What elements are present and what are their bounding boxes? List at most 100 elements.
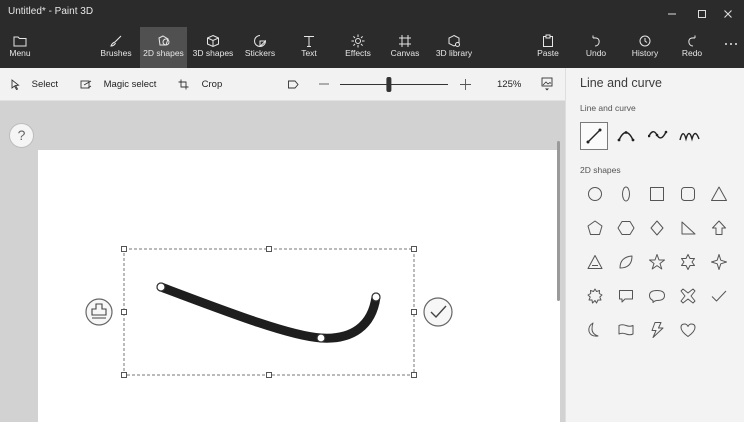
cube-icon bbox=[190, 27, 236, 48]
line-icon bbox=[586, 128, 602, 144]
star5-icon bbox=[649, 254, 665, 270]
curve-4pt-icon bbox=[647, 130, 668, 139]
effects-tab[interactable]: Effects bbox=[340, 27, 376, 68]
canvas-workspace: ? bbox=[0, 101, 565, 422]
undo-icon bbox=[580, 27, 612, 48]
cross-icon bbox=[680, 288, 696, 304]
select-cursor-icon bbox=[11, 79, 20, 91]
view-3d-button[interactable] bbox=[287, 68, 299, 101]
lightning-shape-button[interactable] bbox=[642, 315, 672, 345]
history-button[interactable]: History bbox=[626, 27, 664, 68]
star6-shape-button[interactable] bbox=[673, 247, 703, 277]
zoom-slider[interactable] bbox=[340, 68, 448, 101]
burst-shape-button[interactable] bbox=[580, 281, 610, 311]
3d-library-tab[interactable]: 3D library bbox=[433, 27, 475, 68]
shapes-section-label: 2D shapes bbox=[580, 165, 621, 175]
burst-icon bbox=[587, 288, 603, 304]
line-section-label: Line and curve bbox=[580, 103, 636, 113]
text-icon bbox=[294, 27, 324, 48]
hexagon-icon bbox=[617, 221, 635, 235]
2d-shapes-icon bbox=[140, 27, 187, 48]
title-bar: Untitled* - Paint 3D bbox=[0, 0, 744, 27]
vertical-scrollbar[interactable] bbox=[557, 141, 560, 301]
brushes-label: Brushes bbox=[100, 48, 132, 58]
curve-3pt-tool[interactable] bbox=[612, 122, 640, 150]
canvas-label: Canvas bbox=[390, 48, 420, 58]
crop-label: Crop bbox=[201, 79, 223, 90]
help-button[interactable]: ? bbox=[9, 123, 34, 148]
2d-shapes-label: 2D shapes bbox=[143, 48, 184, 58]
menu-button[interactable]: Menu bbox=[4, 27, 36, 68]
right-triangle-shape-button[interactable] bbox=[673, 213, 703, 243]
star5-shape-button[interactable] bbox=[642, 247, 672, 277]
drawing-canvas[interactable] bbox=[38, 150, 560, 422]
2d-shapes-tab[interactable]: 2D shapes bbox=[140, 27, 187, 68]
close-icon bbox=[724, 9, 732, 18]
star4-shape-button[interactable] bbox=[704, 247, 734, 277]
undo-button[interactable]: Undo bbox=[580, 27, 612, 68]
cross-shape-button[interactable] bbox=[673, 281, 703, 311]
circle-icon bbox=[588, 187, 602, 201]
curve-5pt-tool[interactable] bbox=[676, 122, 704, 150]
curve-3pt-icon bbox=[617, 131, 635, 142]
magic-select-label: Magic select bbox=[103, 79, 157, 90]
image-view-button[interactable] bbox=[541, 68, 553, 101]
brushes-tab[interactable]: Brushes bbox=[95, 27, 137, 68]
3d-shapes-label: 3D shapes bbox=[192, 48, 234, 58]
star6-icon bbox=[681, 254, 695, 270]
check-shape-button[interactable] bbox=[704, 281, 734, 311]
text-tab[interactable]: Text bbox=[294, 27, 324, 68]
square-icon bbox=[650, 187, 664, 201]
rounded-square-shape-button[interactable] bbox=[673, 179, 703, 209]
diamond-shape-button[interactable] bbox=[642, 213, 672, 243]
callout-oval-shape-button[interactable] bbox=[642, 281, 672, 311]
3d-library-icon bbox=[433, 27, 475, 48]
right-triangle-icon bbox=[681, 221, 696, 235]
line-tool[interactable] bbox=[580, 122, 608, 150]
canvas-tab[interactable]: Canvas bbox=[388, 27, 422, 68]
stickers-tab[interactable]: Stickers bbox=[240, 27, 280, 68]
sticker-icon bbox=[240, 27, 280, 48]
circle-shape-button[interactable] bbox=[580, 179, 610, 209]
heart-shape-button[interactable] bbox=[673, 315, 703, 345]
triangle-outline-shape-button[interactable] bbox=[580, 247, 610, 277]
banner-icon bbox=[618, 324, 634, 336]
zoom-in-button[interactable] bbox=[460, 68, 471, 101]
crop-button[interactable]: Crop bbox=[178, 68, 222, 101]
brush-icon bbox=[95, 27, 137, 48]
paste-button[interactable]: Paste bbox=[533, 27, 563, 68]
more-button[interactable] bbox=[722, 27, 740, 68]
triangle-shape-button[interactable] bbox=[704, 179, 734, 209]
effects-label: Effects bbox=[345, 48, 371, 58]
leaf-icon bbox=[619, 255, 633, 269]
triangle-outline-icon bbox=[587, 255, 603, 269]
arrow-up-shape-button[interactable] bbox=[704, 213, 734, 243]
curve-4pt-tool[interactable] bbox=[644, 122, 672, 150]
leaf-shape-button[interactable] bbox=[611, 247, 641, 277]
minimize-button[interactable] bbox=[656, 0, 688, 27]
text-label: Text bbox=[301, 48, 317, 58]
toolbar: Select Magic select Crop 125% bbox=[0, 68, 565, 101]
zoom-out-button[interactable] bbox=[319, 68, 329, 101]
close-button[interactable] bbox=[712, 0, 744, 27]
zoom-slider-thumb[interactable] bbox=[386, 77, 392, 92]
callout-rect-shape-button[interactable] bbox=[611, 281, 641, 311]
hexagon-shape-button[interactable] bbox=[611, 213, 641, 243]
3d-library-label: 3D library bbox=[435, 48, 473, 58]
history-icon bbox=[626, 27, 664, 48]
rounded-square-icon bbox=[681, 187, 695, 201]
diamond-icon bbox=[650, 220, 664, 236]
select-button[interactable]: Select bbox=[10, 68, 58, 101]
3d-shapes-tab[interactable]: 3D shapes bbox=[190, 27, 236, 68]
ellipse-shape-button[interactable] bbox=[611, 179, 641, 209]
paste-label: Paste bbox=[537, 48, 559, 58]
moon-shape-button[interactable] bbox=[580, 315, 610, 345]
square-shape-button[interactable] bbox=[642, 179, 672, 209]
redo-button[interactable]: Redo bbox=[677, 27, 707, 68]
pentagon-shape-button[interactable] bbox=[580, 213, 610, 243]
banner-shape-button[interactable] bbox=[611, 315, 641, 345]
magic-select-button[interactable]: Magic select bbox=[80, 68, 156, 101]
heart-icon bbox=[680, 323, 696, 337]
redo-label: Redo bbox=[681, 48, 703, 58]
select-label: Select bbox=[31, 79, 59, 90]
